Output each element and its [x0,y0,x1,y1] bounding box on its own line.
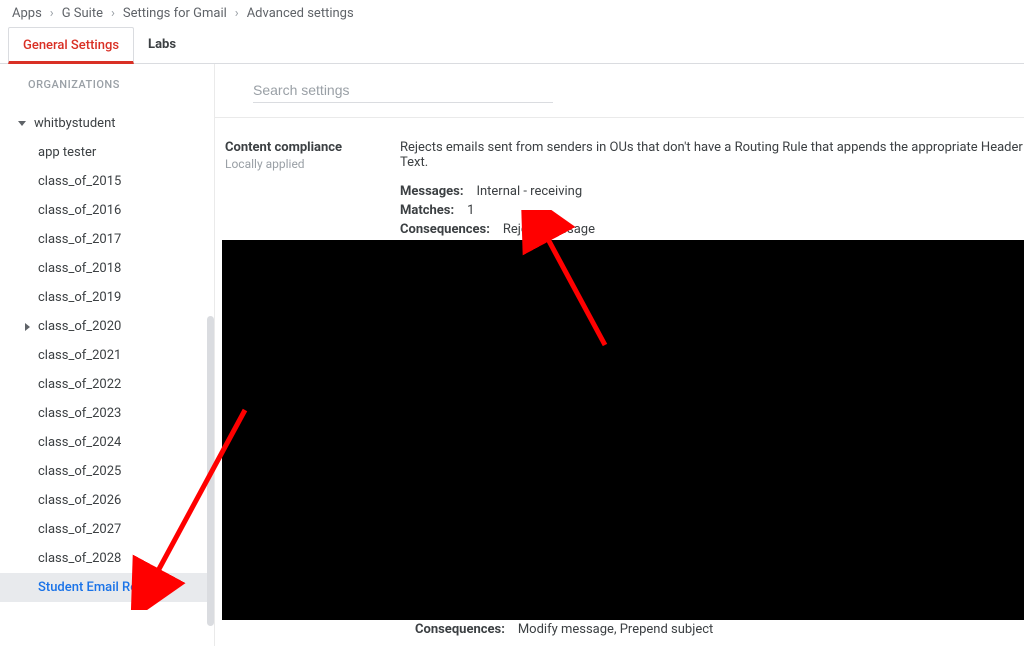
sidebar-item-label: class_of_2023 [38,406,121,421]
sidebar-item-label: class_of_2028 [38,551,121,566]
chevron-right-icon: › [50,6,54,21]
tabs: General Settings Labs [0,27,1024,64]
sidebar-item-label: class_of_2018 [38,261,121,276]
consequences-value: Reject message [503,222,595,237]
consequences-label: Consequences: [400,222,490,237]
tab-general-settings[interactable]: General Settings [8,27,134,64]
sidebar-item-label: class_of_2026 [38,493,121,508]
sidebar-item-class-2017[interactable]: class_of_2017 [0,225,214,254]
sidebar-item-class-2020[interactable]: class_of_2020 [0,312,214,341]
sidebar-item-label: whitbystudent [34,116,116,131]
redacted-area [222,240,1024,620]
sidebar-item-label: class_of_2022 [38,377,121,392]
sidebar-item-class-2016[interactable]: class_of_2016 [0,196,214,225]
sidebar-item-label: Student Email Restri… [38,580,165,595]
sidebar-item-label: class_of_2024 [38,435,121,450]
sidebar-item-label: class_of_2019 [38,290,121,305]
tab-labs[interactable]: Labs [134,27,190,63]
sidebar-item-class-2026[interactable]: class_of_2026 [0,486,214,515]
section-subtitle: Locally applied [225,157,400,171]
breadcrumb-item[interactable]: Settings for Gmail [123,6,227,21]
sidebar-item-label: class_of_2027 [38,522,121,537]
sidebar-item-label: app tester [38,145,96,160]
chevron-right-icon: › [111,6,115,21]
consequences-label: Consequences: [415,622,505,637]
breadcrumb-item[interactable]: Advanced settings [247,6,354,21]
sidebar-item-class-2024[interactable]: class_of_2024 [0,428,214,457]
sidebar-item-class-2015[interactable]: class_of_2015 [0,167,214,196]
consequences-value: Modify message, Prepend subject [518,622,713,637]
sidebar-item-class-2021[interactable]: class_of_2021 [0,341,214,370]
messages-value: Internal - receiving [476,184,582,199]
breadcrumb-item[interactable]: G Suite [62,6,103,21]
matches-label: Matches: [400,203,454,218]
sidebar-item-truncated[interactable]: Student Special [0,101,214,109]
sidebar-item-class-2018[interactable]: class_of_2018 [0,254,214,283]
sidebar-item-label: class_of_2021 [38,348,121,363]
organizations-header: ORGANIZATIONS [0,64,214,101]
matches-value: 1 [467,203,474,218]
chevron-right-icon: › [235,6,239,21]
matches-row: Matches: 1 [400,203,1024,218]
consequences-row-partial: Consequences: Modify message, Prepend su… [415,622,713,637]
sidebar-item-class-2027[interactable]: class_of_2027 [0,515,214,544]
sidebar-item-class-2025[interactable]: class_of_2025 [0,457,214,486]
caret-down-icon [18,121,26,126]
sidebar-item-class-2019[interactable]: class_of_2019 [0,283,214,312]
sidebar-item-app-tester[interactable]: app tester [0,138,214,167]
sidebar-item-label: class_of_2020 [38,319,121,334]
search-input[interactable] [253,78,553,103]
consequences-row: Consequences: Reject message [400,222,1024,237]
breadcrumb: Apps › G Suite › Settings for Gmail › Ad… [0,0,1024,27]
sidebar-item-label: class_of_2025 [38,464,121,479]
messages-label: Messages: [400,184,464,199]
sidebar-item-student-email-restrictions[interactable]: Student Email Restri… [0,573,214,602]
section-title: Content compliance [225,140,400,155]
scrollbar[interactable] [207,316,214,626]
sidebar: ORGANIZATIONS Student Special whitbystud… [0,64,215,646]
messages-row: Messages: Internal - receiving [400,184,1024,199]
sidebar-item-label: class_of_2017 [38,232,121,247]
caret-right-icon [25,323,30,331]
sidebar-item-label: class_of_2016 [38,203,121,218]
sidebar-item-class-2023[interactable]: class_of_2023 [0,399,214,428]
sidebar-item-class-2028[interactable]: class_of_2028 [0,544,214,573]
sidebar-item-label: class_of_2015 [38,174,121,189]
sidebar-item-whitbystudent[interactable]: whitbystudent [0,109,214,138]
rule-description: Rejects emails sent from senders in OUs … [400,140,1024,170]
sidebar-item-class-2022[interactable]: class_of_2022 [0,370,214,399]
breadcrumb-item[interactable]: Apps [12,6,42,21]
